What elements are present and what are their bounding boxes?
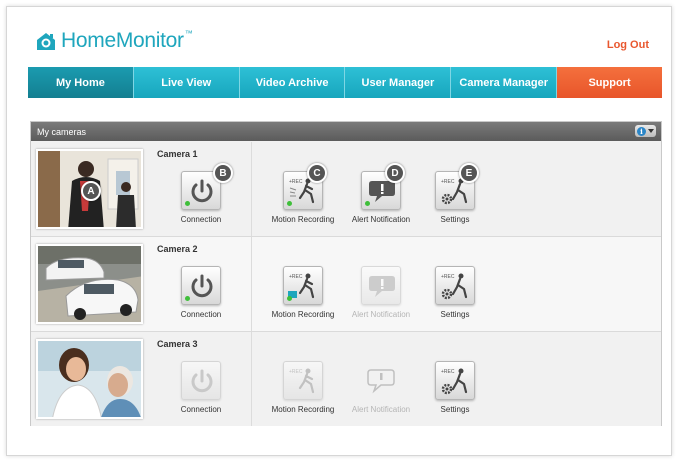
camera-row: Camera 1 Connection +REC Motion Recordin… — [31, 142, 661, 237]
panel-header: My cameras i — [31, 122, 661, 141]
nav-camera-manager[interactable]: Camera Manager — [451, 67, 558, 98]
motion-recording-label: Motion Recording — [271, 405, 335, 414]
camera-row: Camera 2 Connection +REC Motion Recordin… — [31, 237, 661, 332]
camera-name: Camera 2 — [157, 244, 198, 254]
status-dot — [287, 201, 292, 206]
camera-name: Camera 3 — [157, 339, 198, 349]
status-dot — [185, 201, 190, 206]
my-cameras-panel: My cameras i Camera 1 Connection +REC Mo… — [30, 121, 662, 426]
status-dot — [287, 296, 292, 301]
motion-recording-button[interactable]: +REC — [283, 361, 323, 400]
camera-name: Camera 1 — [157, 149, 198, 159]
power-icon — [191, 369, 213, 393]
chevron-down-icon — [648, 129, 654, 133]
alert-notification-button[interactable] — [361, 361, 401, 400]
nav-my-home[interactable]: My Home — [28, 67, 134, 98]
status-dot — [185, 296, 190, 301]
settings-label: Settings — [440, 310, 470, 319]
callout-a: A — [81, 181, 101, 201]
home-camera-icon — [35, 30, 57, 52]
alert-notification-button[interactable] — [361, 266, 401, 305]
row-divider — [251, 142, 252, 236]
motion-person-icon: +REC — [289, 368, 315, 394]
connection-label: Connection — [180, 405, 222, 414]
svg-text:+REC: +REC — [289, 179, 303, 185]
svg-text:+REC: +REC — [289, 369, 303, 375]
main-nav: My Home Live View Video Archive User Man… — [28, 67, 662, 98]
info-icon: i — [637, 126, 646, 136]
logo-text: HomeMonitor™ — [61, 29, 193, 52]
connection-label: Connection — [180, 215, 222, 224]
gear-person-icon: +REC — [441, 273, 468, 300]
nav-live-view[interactable]: Live View — [133, 67, 240, 98]
connection-button[interactable] — [181, 361, 221, 400]
callout-c: C — [307, 163, 327, 183]
speech-bubble-icon — [369, 276, 395, 297]
nav-support[interactable]: Support — [557, 67, 662, 98]
panel-options-button[interactable]: i — [635, 125, 656, 137]
status-dot — [365, 201, 370, 206]
svg-text:+REC: +REC — [441, 274, 455, 280]
connection-button[interactable] — [181, 266, 221, 305]
logout-link[interactable]: Log Out — [607, 39, 649, 51]
svg-text:+REC: +REC — [289, 274, 303, 280]
motion-recording-label: Motion Recording — [271, 310, 335, 319]
settings-label: Settings — [440, 215, 470, 224]
settings-button[interactable]: +REC — [435, 266, 475, 305]
speech-bubble-icon — [367, 369, 395, 394]
gear-person-icon: +REC — [441, 368, 468, 395]
logo: HomeMonitor™ — [35, 29, 193, 53]
callout-d: D — [385, 163, 405, 183]
motion-recording-button[interactable]: +REC — [283, 266, 323, 305]
row-divider — [251, 332, 252, 426]
row-divider — [251, 237, 252, 331]
svg-text:+REC: +REC — [441, 369, 455, 375]
nav-video-archive[interactable]: Video Archive — [239, 67, 346, 98]
connection-label: Connection — [180, 310, 222, 319]
nav-user-manager[interactable]: User Manager — [345, 67, 452, 98]
settings-button[interactable]: +REC — [435, 361, 475, 400]
motion-recording-label: Motion Recording — [271, 215, 335, 224]
camera-row: Camera 3 Connection +REC Motion Recordin… — [31, 332, 661, 426]
settings-label: Settings — [440, 405, 470, 414]
camera-3-thumbnail[interactable] — [36, 339, 143, 419]
svg-text:+REC: +REC — [441, 179, 455, 185]
callout-b: B — [213, 163, 233, 183]
camera-2-thumbnail[interactable] — [36, 244, 143, 324]
panel-title: My cameras — [37, 126, 87, 137]
callout-e: E — [459, 163, 479, 183]
